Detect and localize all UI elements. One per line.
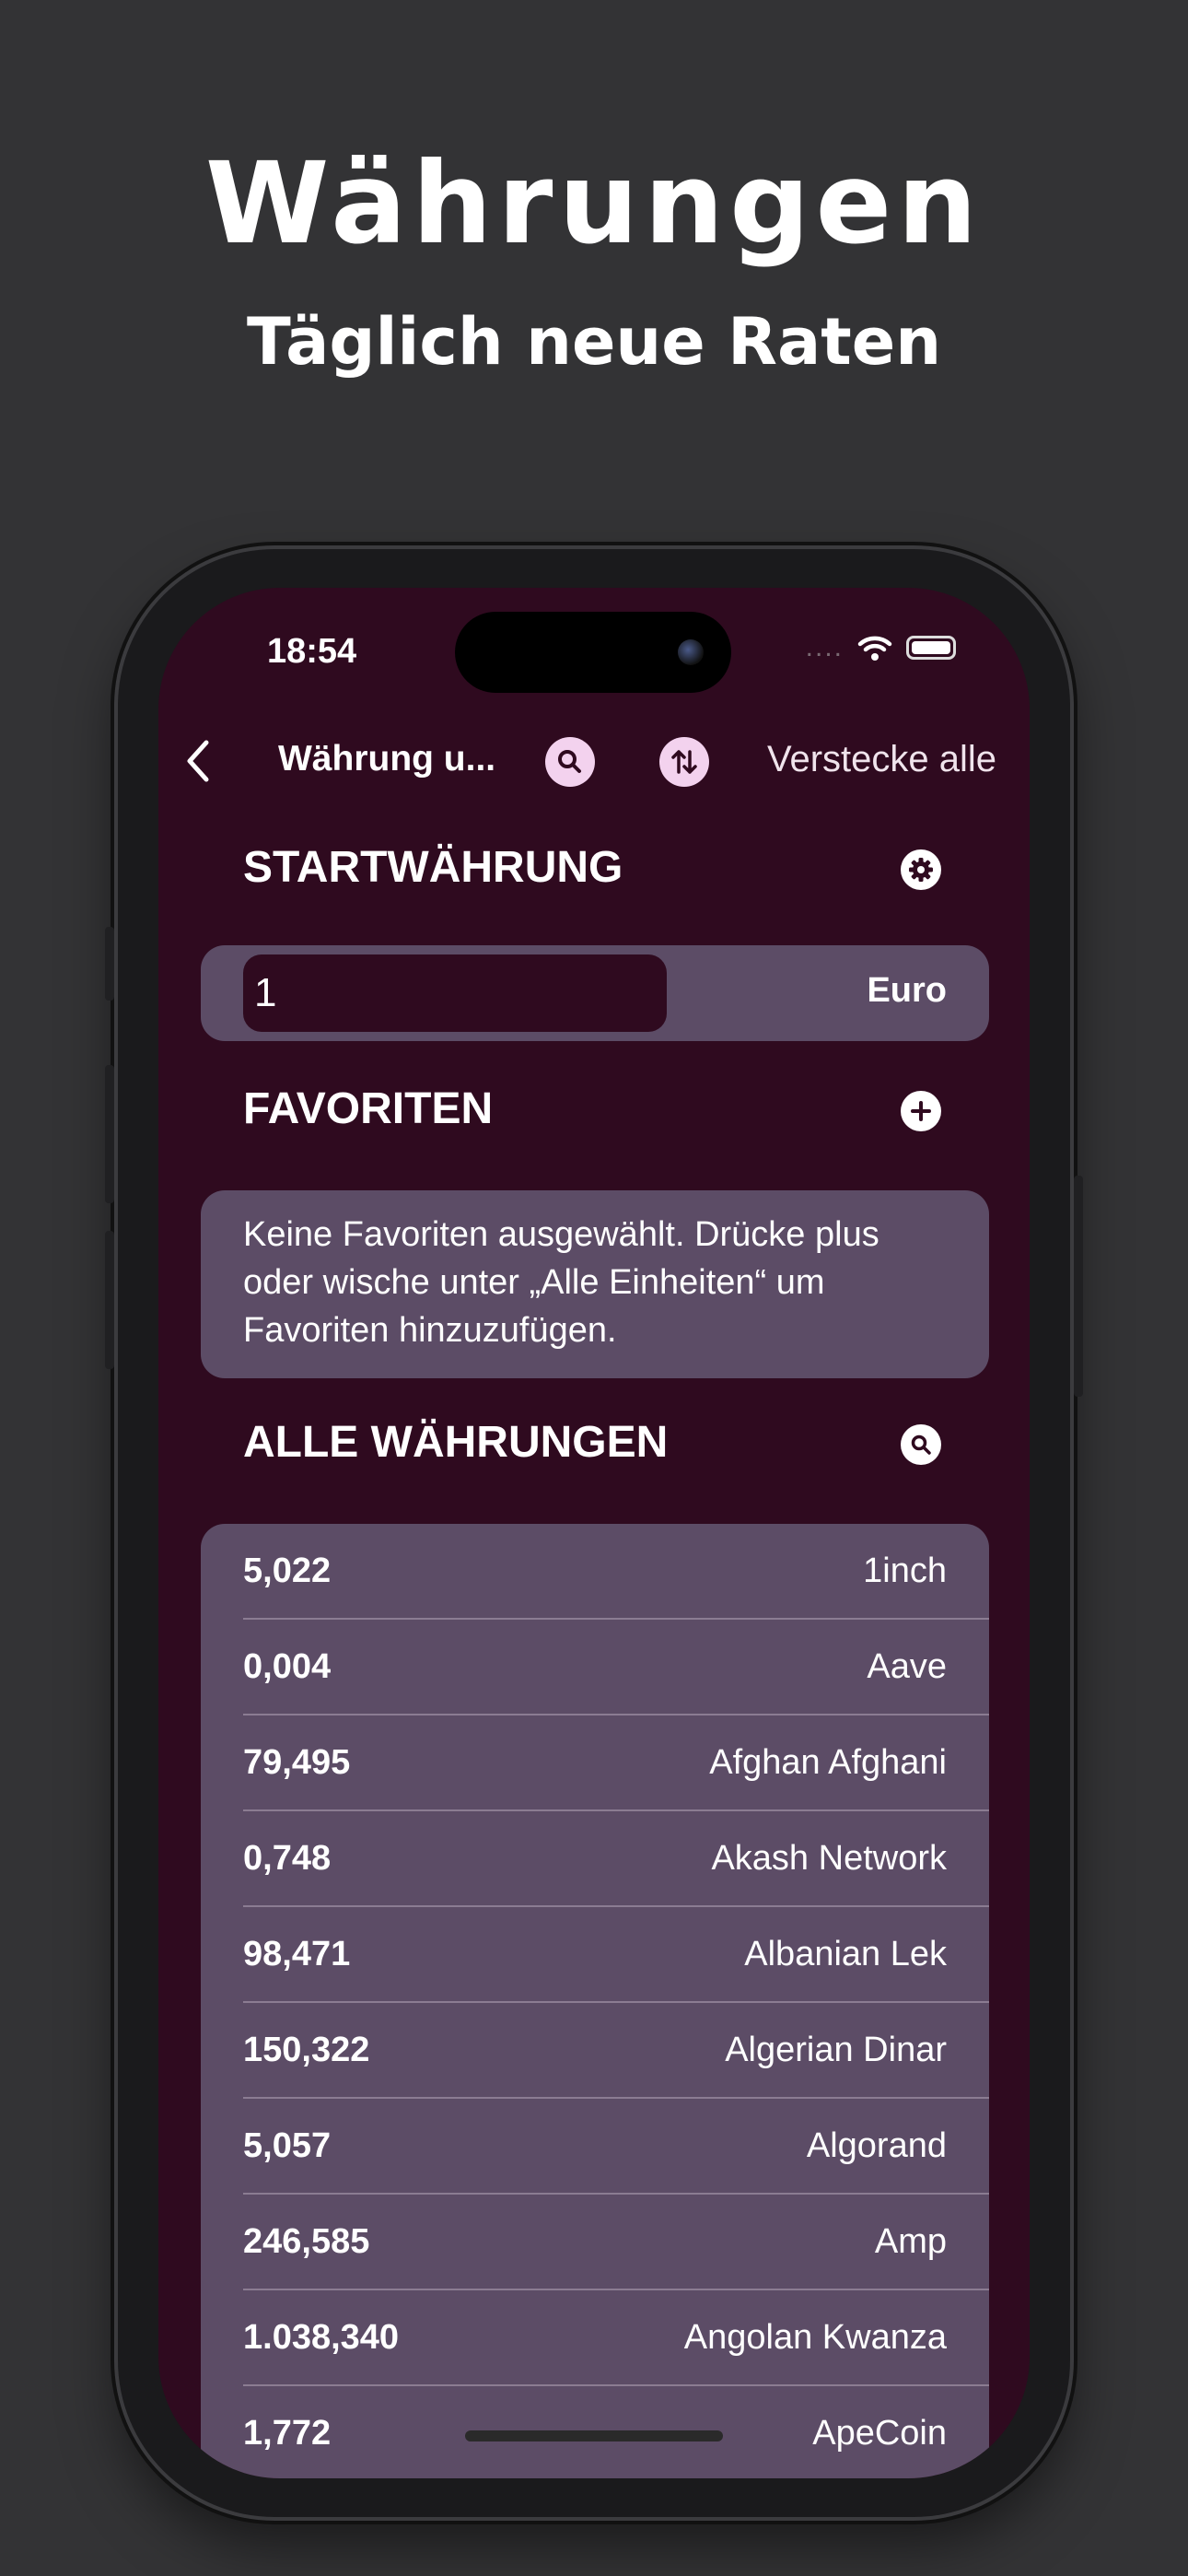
currency-row[interactable]: 5,057 Algorand — [201, 2099, 989, 2195]
start-currency-name[interactable]: Euro — [867, 971, 947, 1011]
nav-swap-button[interactable] — [659, 737, 709, 787]
start-currency-card: Euro — [201, 945, 989, 1041]
currency-name: Aave — [867, 1647, 947, 1686]
hero-title: Währungen — [204, 138, 984, 269]
section-header-favorites: FAVORITEN — [243, 1084, 494, 1133]
currency-value: 150,322 — [243, 2031, 370, 2069]
battery-icon — [906, 636, 956, 660]
swap-vertical-icon — [671, 750, 697, 774]
currency-value: 0,004 — [243, 1647, 332, 1686]
currency-row[interactable]: 0,004 Aave — [201, 1620, 989, 1715]
add-favorite-button[interactable] — [901, 1091, 941, 1131]
currency-name: Albanian Lek — [744, 1935, 947, 1973]
camera-icon — [678, 639, 704, 665]
currency-row[interactable]: 5,022 1inch — [201, 1524, 989, 1620]
currency-row[interactable]: 150,322 Algerian Dinar — [201, 2003, 989, 2099]
status-icons: .... — [806, 632, 956, 663]
all-currencies-list: 5,022 1inch 0,004 Aave 79,495 Afghan Afg… — [201, 1524, 989, 2478]
currency-name: Algorand — [806, 2126, 947, 2165]
volume-down-button — [105, 1231, 114, 1369]
currency-value: 79,495 — [243, 1743, 351, 1782]
currency-value: 1.038,340 — [243, 2318, 400, 2357]
currency-value: 5,022 — [243, 1551, 332, 1590]
section-header-all-currencies: ALLE WÄHRUNGEN — [243, 1418, 669, 1467]
action-button — [105, 927, 114, 1001]
hero-subtitle: Täglich neue Raten — [246, 304, 942, 380]
currency-name: ApeCoin — [812, 2414, 947, 2453]
currency-value: 0,748 — [243, 1839, 332, 1878]
chevron-left-icon[interactable] — [179, 733, 215, 789]
currency-value: 1,772 — [243, 2414, 332, 2453]
plus-icon — [911, 1101, 931, 1121]
favorites-card: Keine Favoriten ausgewählt. Drücke plus … — [201, 1190, 989, 1378]
currency-value: 98,471 — [243, 1935, 351, 1973]
currency-row[interactable]: 0,748 Akash Network — [201, 1811, 989, 1907]
phone-frame: 18:54 .... Währung u... Verstecke alle S… — [105, 549, 1083, 2517]
power-button — [1074, 1176, 1083, 1397]
status-time: 18:54 — [267, 632, 357, 671]
currency-row[interactable]: 246,585 Amp — [201, 2195, 989, 2290]
start-currency-settings-button[interactable] — [901, 849, 941, 890]
nav-search-button[interactable] — [545, 737, 595, 787]
section-header-start-currency: STARTWÄHRUNG — [243, 843, 623, 892]
currency-name: Akash Network — [711, 1839, 947, 1878]
currency-name: Algerian Dinar — [725, 2031, 947, 2069]
app-screen: 18:54 .... Währung u... Verstecke alle S… — [158, 588, 1030, 2478]
currency-row[interactable]: 1.038,340 Angolan Kwanza — [201, 2290, 989, 2386]
currency-value: 5,057 — [243, 2126, 332, 2165]
currency-row[interactable]: 98,471 Albanian Lek — [201, 1907, 989, 2003]
amount-input[interactable] — [243, 954, 667, 1032]
currency-name: Afghan Afghani — [709, 1743, 947, 1782]
currency-name: Angolan Kwanza — [683, 2318, 947, 2357]
home-indicator[interactable] — [465, 2430, 723, 2441]
search-icon — [558, 750, 581, 773]
favorites-empty-text: Keine Favoriten ausgewählt. Drücke plus … — [243, 1215, 879, 1350]
nav-title: Währung u... — [278, 739, 496, 779]
currency-row[interactable]: 79,495 Afghan Afghani — [201, 1715, 989, 1811]
search-icon — [911, 1434, 931, 1455]
gear-icon — [909, 858, 933, 882]
dynamic-island — [455, 612, 731, 693]
currency-name: Amp — [874, 2222, 947, 2261]
signal-icon: .... — [805, 632, 844, 662]
currency-value: 246,585 — [243, 2222, 370, 2261]
currency-name: 1inch — [863, 1551, 947, 1590]
navigation-bar: Währung u... Verstecke alle — [158, 715, 1030, 807]
all-currencies-search-button[interactable] — [901, 1424, 941, 1465]
hide-all-button[interactable]: Verstecke alle — [767, 739, 996, 780]
wifi-icon — [857, 636, 892, 661]
volume-up-button — [105, 1065, 114, 1203]
